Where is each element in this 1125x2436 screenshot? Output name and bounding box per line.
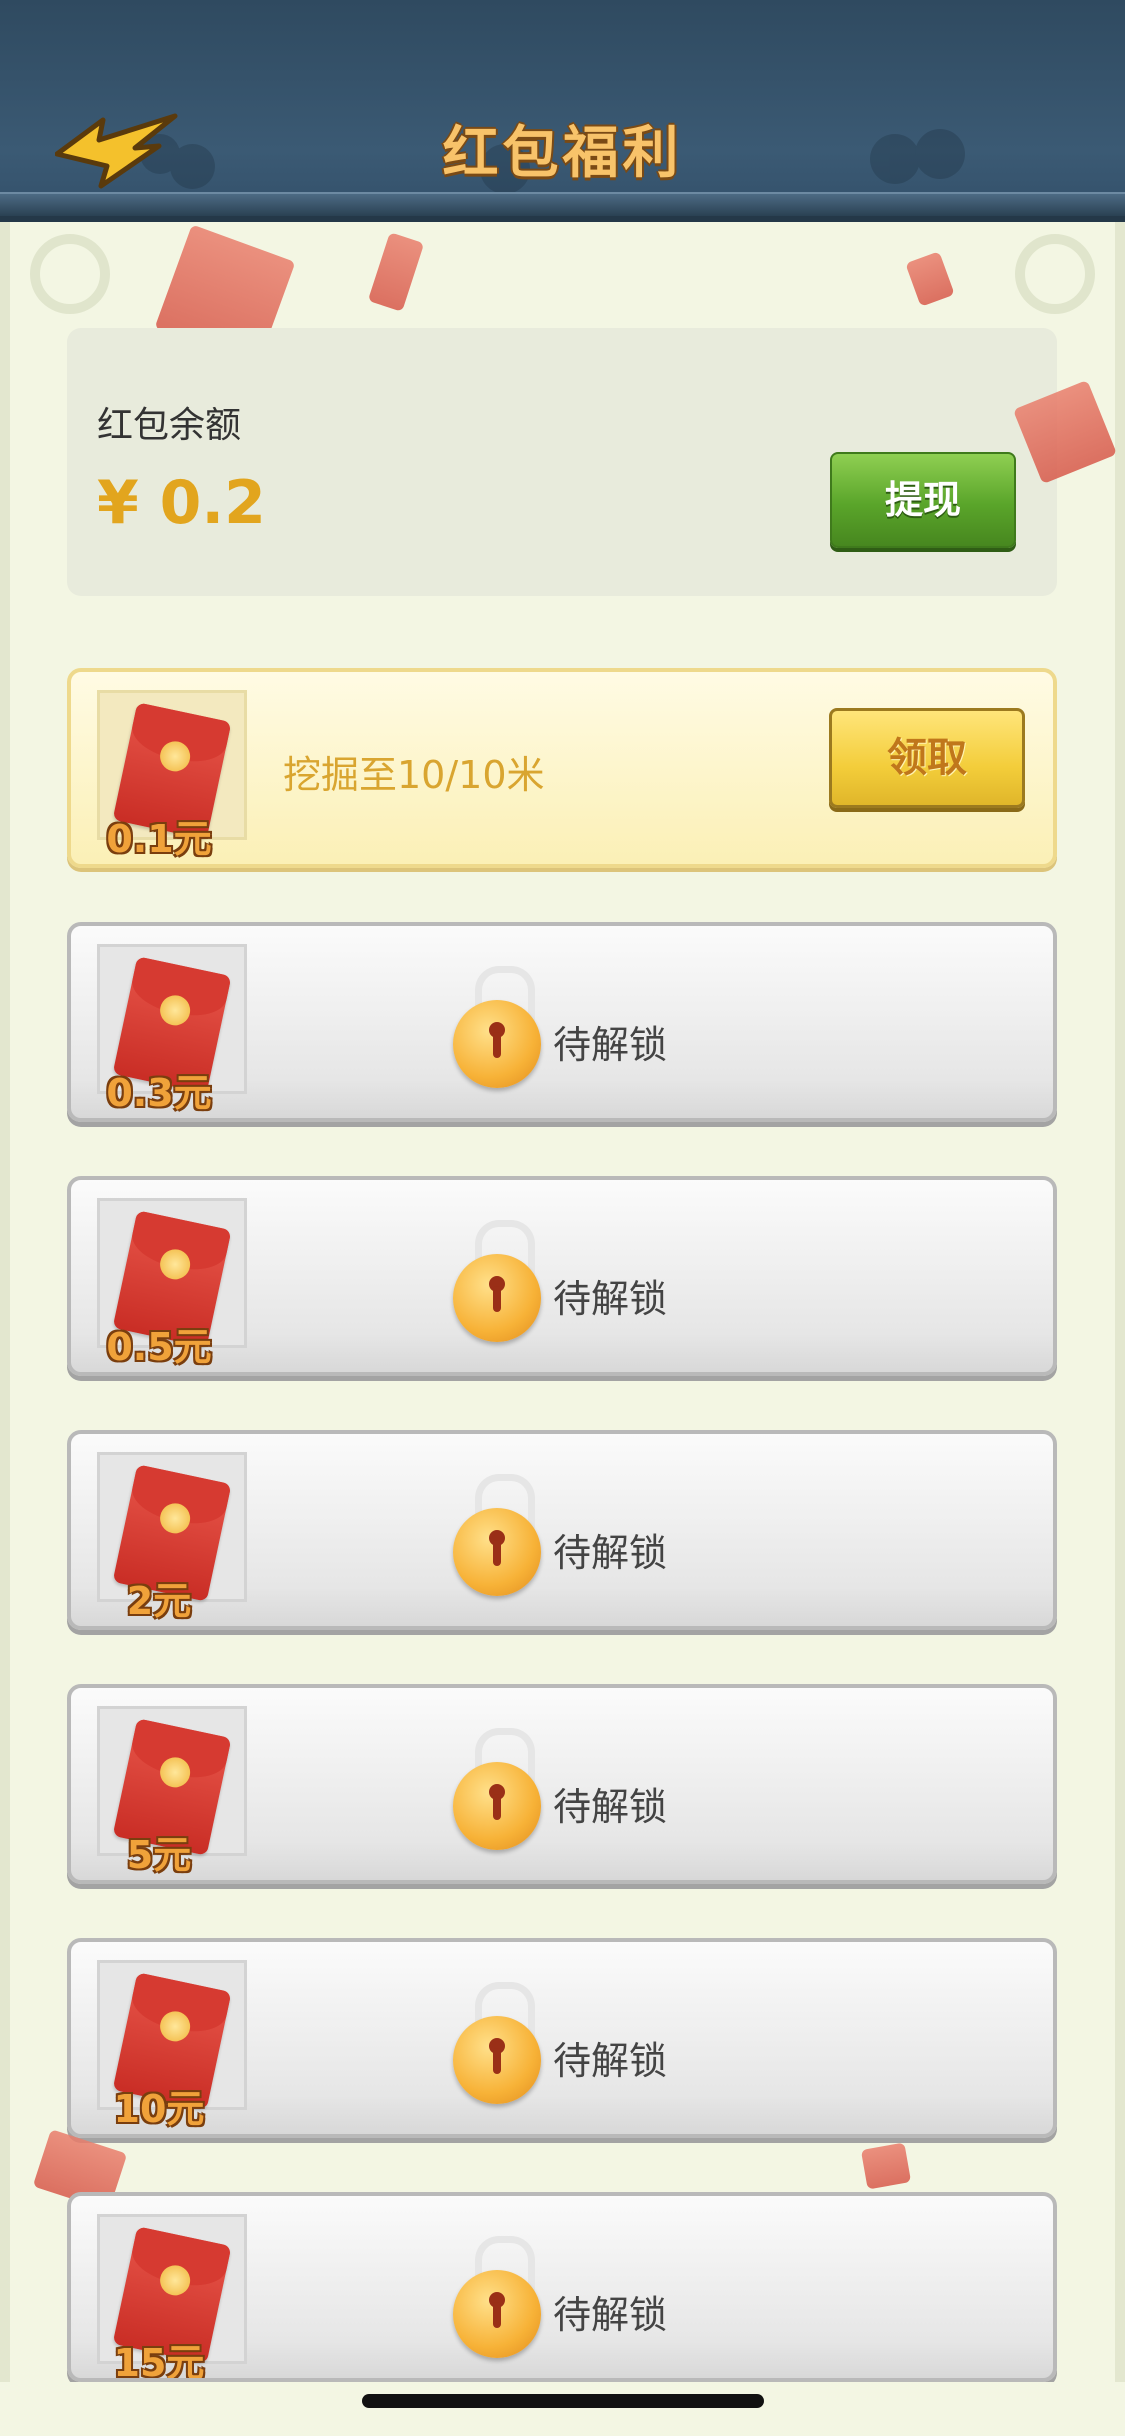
- reward-row-0.5: 0.5元 待解锁: [67, 1176, 1057, 1376]
- lock-status: 待解锁: [453, 2236, 813, 2358]
- balance-amount: ¥ 0.2: [97, 468, 266, 538]
- reward-amount: 0.1元: [106, 817, 212, 861]
- padlock-icon: [453, 1000, 541, 1088]
- reward-row-10: 10元 待解锁: [67, 1938, 1057, 2138]
- lock-status-text: 待解锁: [553, 1023, 668, 1067]
- page-title: 红包福利: [442, 121, 683, 186]
- reward-amount: 0.3元: [106, 1071, 212, 1115]
- reward-row-5: 5元 待解锁: [67, 1684, 1057, 1884]
- padlock-icon: [453, 2016, 541, 2104]
- lock-status: 待解锁: [453, 1728, 813, 1850]
- reward-row-2: 2元 待解锁: [67, 1430, 1057, 1630]
- lock-status-text: 待解锁: [553, 2293, 668, 2337]
- reward-amount: 2元: [126, 1579, 192, 1623]
- lock-status: 待解锁: [453, 1982, 813, 2104]
- reward-row-0.1: 0.1元 挖掘至10/10米 领取: [67, 668, 1057, 868]
- lock-status-text: 待解锁: [553, 2039, 668, 2083]
- padlock-icon: [453, 1762, 541, 1850]
- claim-button[interactable]: 领取: [829, 708, 1025, 808]
- withdraw-button[interactable]: 提现: [830, 452, 1016, 548]
- task-progress-text: 挖掘至10/10米: [283, 753, 545, 797]
- bottom-safe-area: [0, 2382, 1125, 2436]
- padlock-icon: [453, 2270, 541, 2358]
- app-header: 红包福利: [0, 0, 1125, 222]
- home-indicator[interactable]: [362, 2394, 764, 2408]
- lock-status-text: 待解锁: [553, 1531, 668, 1575]
- lock-status: 待解锁: [453, 966, 813, 1088]
- padlock-icon: [453, 1254, 541, 1342]
- padlock-icon: [453, 1508, 541, 1596]
- lock-status: 待解锁: [453, 1474, 813, 1596]
- header-rail: [0, 192, 1125, 216]
- reward-amount: 15元: [113, 2341, 205, 2382]
- reward-row-0.3: 0.3元 待解锁: [67, 922, 1057, 1122]
- reward-row-15: 15元 待解锁: [67, 2192, 1057, 2382]
- lock-status-text: 待解锁: [553, 1785, 668, 1829]
- lock-status: 待解锁: [453, 1220, 813, 1342]
- reward-amount: 10元: [113, 2087, 205, 2131]
- floating-envelope-decoration: [860, 2142, 912, 2190]
- balance-label: 红包余额: [97, 405, 242, 446]
- reward-amount: 0.5元: [106, 1325, 212, 1369]
- balance-card: 红包余额 ¥ 0.2 提现: [67, 328, 1057, 596]
- swirl-ornament: [1015, 234, 1095, 314]
- swirl-ornament: [30, 234, 110, 314]
- reward-amount: 5元: [126, 1833, 192, 1877]
- lock-status-text: 待解锁: [553, 1277, 668, 1321]
